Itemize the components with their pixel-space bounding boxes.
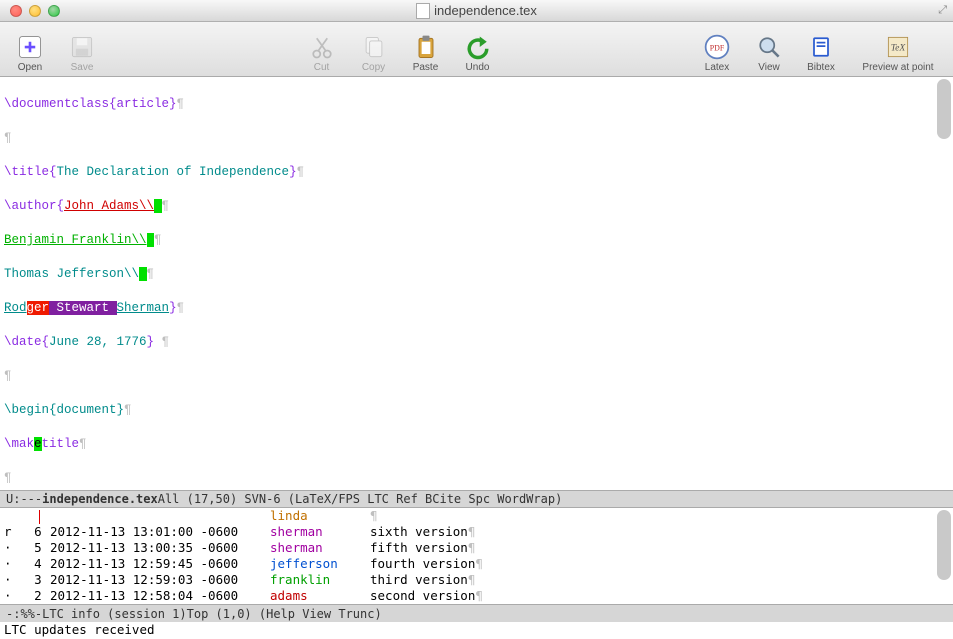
svg-text:TeX: TeX (891, 43, 907, 54)
pilcrow-icon: ¶ (177, 97, 185, 111)
buffer-name: independence.tex (42, 492, 158, 506)
toolbar: Open Save Cut Copy Paste Undo PDF Latex (0, 22, 953, 77)
author-adams: John Adams\\ (64, 199, 154, 213)
window-title: independence.tex (0, 3, 953, 19)
undo-label: Undo (466, 62, 490, 73)
tex-cmd: \author{ (4, 199, 64, 213)
view-label: View (758, 62, 780, 73)
title-text: The Declaration of Independence (57, 165, 290, 179)
open-label: Open (18, 62, 42, 73)
author-jefferson: Thomas Jefferson\\ (4, 267, 139, 281)
revision-row[interactable]: r 62012-11-13 13:01:00 -0600shermansixth… (4, 524, 949, 540)
revision-message: fourth version¶ (370, 556, 949, 572)
latex-label: Latex (705, 62, 729, 73)
tex-cmd: \title{ (4, 165, 57, 179)
revision-message: fifth version¶ (370, 540, 949, 556)
cursor-icon (39, 510, 40, 524)
bibtex-label: Bibtex (807, 62, 835, 73)
revision-author: franklin (270, 572, 370, 588)
modeline-editor: U:--- independence.tex All (17,50) SVN-6… (0, 490, 953, 508)
editor-area[interactable]: \documentclass{article}¶ ¶ \title{The De… (0, 77, 953, 490)
undo-button[interactable]: Undo (458, 25, 498, 73)
revision-date: 2012-11-13 12:59:45 -0600 (50, 556, 270, 572)
expand-icon[interactable]: ⤢ (938, 4, 947, 17)
revision-row[interactable]: · 42012-11-13 12:59:45 -0600jeffersonfou… (4, 556, 949, 572)
buffer-name: LTC info (session 1) (42, 607, 187, 621)
tex-cmd: \documentclass{article} (4, 97, 177, 111)
pilcrow-icon: ¶ (4, 131, 12, 145)
echo-area: LTC updates received (0, 622, 953, 639)
revision-date: 2012-11-13 13:01:00 -0600 (50, 524, 270, 540)
revision-author: sherman (270, 540, 370, 556)
window-title-text: independence.tex (434, 3, 537, 18)
document-icon (416, 3, 430, 19)
copy-button[interactable]: Copy (354, 25, 394, 73)
save-label: Save (71, 62, 94, 73)
revision-row[interactable]: · 52012-11-13 13:00:35 -0600shermanfifth… (4, 540, 949, 556)
revision-message: second version¶ (370, 588, 949, 604)
revision-head: linda ¶ (4, 508, 949, 524)
titlebar: independence.tex ⤢ (0, 0, 953, 22)
revision-row[interactable]: · 32012-11-13 12:59:03 -0600franklinthir… (4, 572, 949, 588)
cut-label: Cut (314, 62, 330, 73)
revision-row[interactable]: · 22012-11-13 12:58:04 -0600adamssecond … (4, 588, 949, 604)
save-button[interactable]: Save (62, 25, 102, 73)
revision-author: sherman (270, 524, 370, 540)
author-franklin: Benjamin Franklin\\ (4, 233, 147, 247)
paste-button[interactable]: Paste (406, 25, 446, 73)
revision-author: jefferson (270, 556, 370, 572)
revision-date: 2012-11-13 12:59:03 -0600 (50, 572, 270, 588)
svg-text:PDF: PDF (710, 44, 725, 53)
latex-button[interactable]: PDF Latex (697, 25, 737, 73)
revision-message: third version¶ (370, 572, 949, 588)
revision-panel[interactable]: linda ¶ r 62012-11-13 13:01:00 -0600sher… (0, 508, 953, 604)
revision-message: sixth version¶ (370, 524, 949, 540)
echo-message: LTC updates received (4, 622, 155, 637)
cut-button[interactable]: Cut (302, 25, 342, 73)
scrollbar-vertical[interactable] (937, 79, 951, 490)
revision-date: 2012-11-13 13:00:35 -0600 (50, 540, 270, 556)
scrollbar-vertical[interactable] (937, 510, 951, 600)
revision-date: 2012-11-13 12:58:04 -0600 (50, 588, 270, 604)
copy-label: Copy (362, 62, 385, 73)
view-button[interactable]: View (749, 25, 789, 73)
preview-label: Preview at point (862, 62, 933, 73)
bibtex-button[interactable]: Bibtex (801, 25, 841, 73)
modeline-revisions: -:%%- LTC info (session 1) Top (1,0) (He… (0, 604, 953, 622)
preview-button[interactable]: TeX Preview at point (853, 25, 943, 73)
open-button[interactable]: Open (10, 25, 50, 73)
paste-label: Paste (413, 62, 439, 73)
revision-author: adams (270, 588, 370, 604)
